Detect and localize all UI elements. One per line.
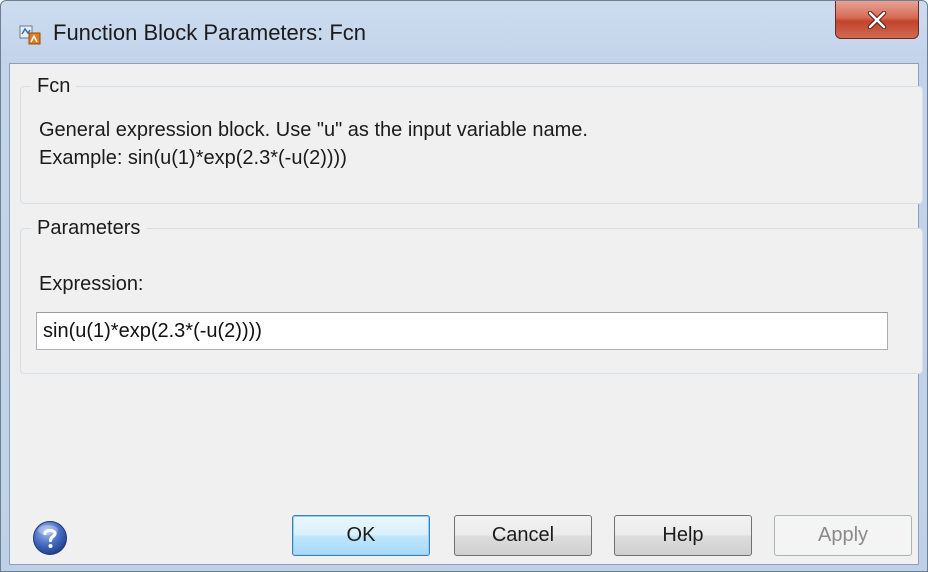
- cancel-button[interactable]: Cancel: [454, 515, 592, 556]
- description-text: General expression block. Use "u" as the…: [39, 119, 588, 141]
- title-bar[interactable]: Function Block Parameters: Fcn: [1, 1, 927, 63]
- parameters-group: Parameters Expression:: [20, 216, 923, 374]
- apply-button[interactable]: Apply: [774, 515, 912, 556]
- help-button[interactable]: Help: [614, 515, 752, 556]
- close-button[interactable]: [835, 1, 919, 39]
- dialog-body: Fcn General expression block. Use "u" as…: [9, 63, 923, 565]
- ok-button[interactable]: OK: [292, 515, 430, 556]
- parameters-group-title: Parameters: [31, 216, 147, 240]
- simulink-block-icon: [19, 23, 41, 45]
- window-title: Function Block Parameters: Fcn: [53, 20, 367, 45]
- fcn-group: Fcn General expression block. Use "u" as…: [20, 74, 923, 204]
- expression-label: Expression:: [39, 273, 144, 295]
- question-mark-icon[interactable]: [32, 520, 68, 556]
- close-x-icon: [866, 10, 888, 29]
- expression-input[interactable]: [36, 312, 888, 350]
- fcn-group-title: Fcn: [31, 74, 77, 98]
- example-text: Example: sin(u(1)*exp(2.3*(-u(2)))): [39, 147, 347, 169]
- dialog-window: Function Block Parameters: Fcn Fcn Gener…: [0, 0, 928, 572]
